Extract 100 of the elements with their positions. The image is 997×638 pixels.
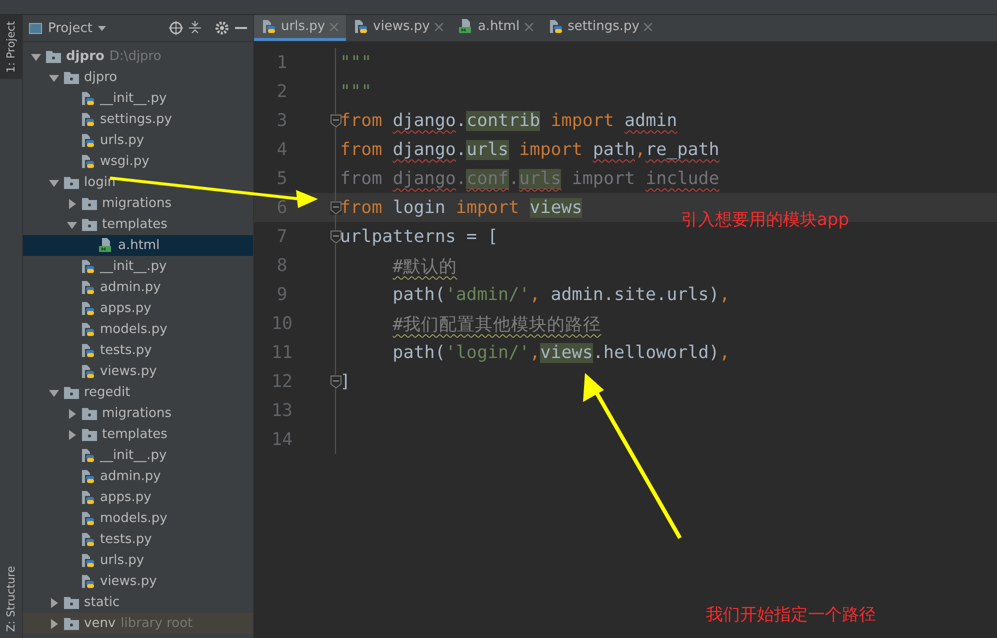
folder-icon: [64, 72, 79, 84]
folder-icon: [64, 386, 79, 398]
file-item[interactable]: admin.py: [23, 466, 253, 487]
close-icon[interactable]: [644, 22, 652, 30]
file-item[interactable]: tests.py: [23, 340, 253, 361]
collapsed-arrow-icon[interactable]: [67, 430, 77, 440]
item-label: static: [84, 595, 120, 610]
folder-icon: [82, 198, 97, 210]
target-icon[interactable]: [169, 21, 183, 35]
folder-icon: [82, 408, 97, 420]
file-item[interactable]: models.py: [23, 508, 253, 529]
code-token: views: [530, 198, 582, 218]
file-item[interactable]: tests.py: [23, 529, 253, 550]
python-file-icon: [81, 574, 95, 589]
code-token: .: [508, 168, 520, 188]
settings-icon[interactable]: [215, 21, 229, 35]
code-token: django: [392, 110, 456, 130]
minimize-icon[interactable]: [235, 26, 247, 30]
item-label: models.py: [100, 511, 168, 526]
item-label: __init__.py: [100, 448, 167, 463]
code-token: import: [519, 140, 582, 160]
editor-tab[interactable]: urls.py: [254, 15, 346, 41]
expanded-arrow-icon[interactable]: [49, 388, 59, 398]
expanded-arrow-icon[interactable]: [49, 72, 59, 82]
line-number: 10: [270, 314, 294, 334]
folder-icon: [82, 428, 97, 440]
code-token: contrib: [466, 110, 540, 130]
code-token: views: [540, 342, 593, 362]
file-item[interactable]: apps.py: [23, 298, 253, 319]
file-item[interactable]: __init__.py: [23, 445, 253, 466]
code-token: ,: [635, 140, 646, 160]
code-token: path(: [392, 342, 446, 362]
file-item[interactable]: models.py: [23, 319, 253, 340]
file-item[interactable]: urls.py: [23, 130, 253, 151]
annotation-text: 我们开始指定一个路径: [706, 604, 876, 626]
side-tab[interactable]: Z: Structure: [0, 560, 22, 638]
file-item[interactable]: __init__.py: [23, 88, 253, 109]
close-icon[interactable]: [434, 22, 443, 30]
file-item[interactable]: wsgi.py: [23, 151, 253, 172]
code-token: .: [456, 110, 466, 130]
folder-item[interactable]: migrations: [23, 193, 253, 214]
panel-title[interactable]: Project: [48, 20, 92, 36]
editor-tab[interactable]: a.html: [450, 15, 541, 41]
code-token: import: [550, 110, 614, 130]
folder-item[interactable]: static: [23, 592, 253, 613]
line-number: 9: [276, 284, 288, 304]
editor-tab[interactable]: views.py: [346, 15, 451, 41]
line-number: 13: [270, 400, 294, 420]
code-token: ,: [530, 342, 540, 362]
file-item[interactable]: a.html: [23, 235, 253, 256]
folder-item[interactable]: djpro: [23, 67, 253, 88]
folder-item[interactable]: templates: [23, 214, 253, 235]
file-item[interactable]: urls.py: [23, 550, 253, 571]
code-token: 'login/': [445, 342, 530, 362]
collapsed-arrow-icon[interactable]: [49, 598, 59, 608]
code-token: urlpatterns = [: [340, 226, 498, 246]
code-token: from: [340, 198, 382, 218]
collapsed-arrow-icon[interactable]: [67, 408, 77, 418]
fold-marker-icon[interactable]: [330, 200, 342, 214]
fold-marker-icon[interactable]: [330, 230, 342, 244]
side-tab[interactable]: 1: Project: [0, 15, 22, 79]
folder-item[interactable]: migrations: [23, 403, 253, 424]
file-item[interactable]: apps.py: [23, 487, 253, 508]
item-label: settings.py: [100, 112, 172, 127]
file-item[interactable]: views.py: [23, 571, 253, 592]
code-token: urls: [519, 168, 562, 188]
close-icon[interactable]: [524, 22, 533, 30]
expanded-arrow-icon[interactable]: [31, 52, 41, 62]
python-file-icon: [81, 343, 95, 358]
expanded-arrow-icon[interactable]: [49, 178, 59, 188]
fold-marker-icon[interactable]: [330, 114, 342, 128]
line-number: 4: [276, 140, 288, 160]
folder-item[interactable]: venv library root: [23, 613, 253, 634]
folder-item[interactable]: templates: [23, 424, 253, 445]
collapsed-arrow-icon[interactable]: [49, 618, 59, 628]
file-item[interactable]: __init__.py: [23, 256, 253, 277]
line-number: 12: [270, 372, 294, 392]
python-file-icon: [81, 511, 95, 526]
annotation-text: 引入想要用的模块app: [681, 209, 849, 231]
file-item[interactable]: admin.py: [23, 277, 253, 298]
folder-item[interactable]: login: [23, 172, 253, 193]
item-label: apps.py: [100, 301, 152, 316]
item-label: __init__.py: [100, 259, 167, 274]
code-token: #默认的: [392, 256, 458, 278]
item-label: venv: [84, 616, 116, 631]
code-token: .: [456, 140, 466, 160]
file-item[interactable]: views.py: [23, 361, 253, 382]
line-number: 5: [276, 168, 288, 188]
editor-tab[interactable]: settings.py: [540, 15, 660, 41]
expanded-arrow-icon[interactable]: [67, 220, 77, 230]
file-item[interactable]: settings.py: [23, 109, 253, 130]
code-token: from: [340, 110, 382, 130]
code-token: """: [340, 52, 372, 72]
folder-icon: [64, 176, 79, 188]
collapsed-arrow-icon[interactable]: [67, 198, 77, 208]
folder-item[interactable]: djpro D:\djpro: [23, 46, 253, 67]
fold-marker-icon[interactable]: [330, 374, 342, 388]
dropdown-icon[interactable]: [98, 26, 106, 30]
folder-item[interactable]: regedit: [23, 382, 253, 403]
collapse-icon[interactable]: [189, 21, 201, 35]
